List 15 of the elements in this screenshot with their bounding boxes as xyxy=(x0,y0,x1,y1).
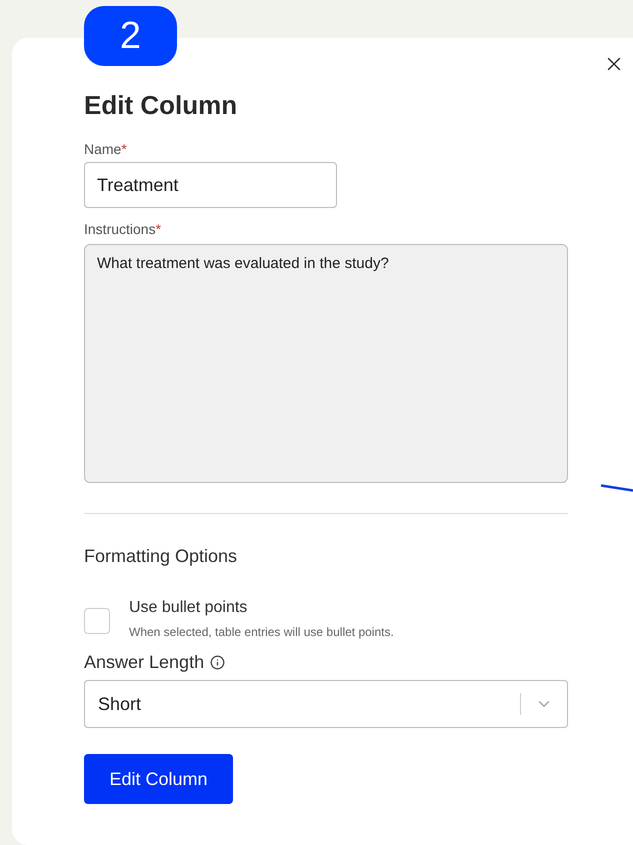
instructions-field[interactable]: What treatment was evaluated in the study? xyxy=(84,244,568,483)
info-icon[interactable] xyxy=(210,654,226,670)
field-label: Name* xyxy=(84,140,128,158)
checkbox-label: Use bullet points xyxy=(129,598,248,618)
dialog-title: Edit Column xyxy=(84,89,238,122)
checkbox-help: When selected, table entries will use bullet points. xyxy=(129,624,394,640)
name-field[interactable]: Treatment xyxy=(84,162,337,208)
answer-length-select[interactable]: Short xyxy=(84,680,568,728)
section-title: Formatting Options xyxy=(84,545,238,568)
field-label: Instructions* xyxy=(84,220,162,238)
field-label: Answer Length xyxy=(84,651,204,674)
bullet-checkbox[interactable] xyxy=(84,608,110,634)
step-badge: 2 xyxy=(84,6,177,66)
annotation-line xyxy=(600,484,633,492)
edit-column-button[interactable]: Edit Column xyxy=(84,754,233,804)
